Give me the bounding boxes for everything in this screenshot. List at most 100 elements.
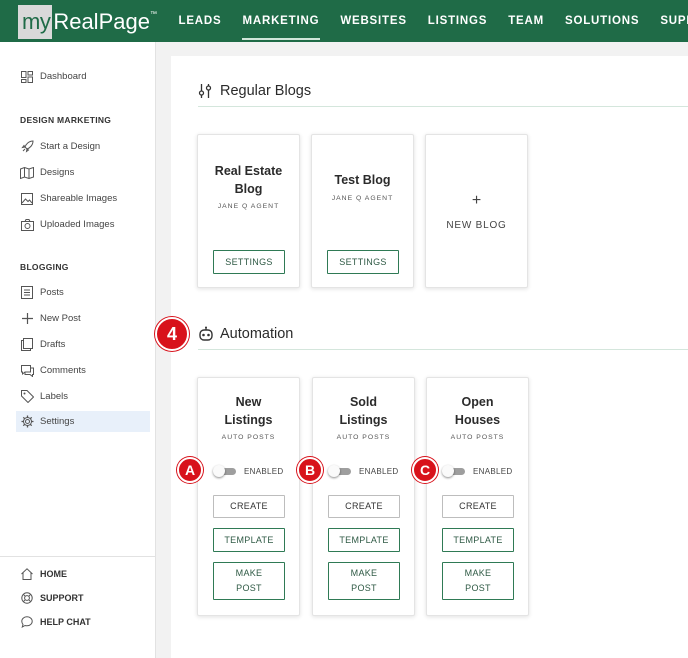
sidebar-item-label: Shareable Images [40,193,118,204]
template-button[interactable]: TEMPLATE [442,528,514,552]
automation-card-new-listings: New Listings AUTO POSTS ENABLED CREATE T… [197,377,300,616]
camera-icon [20,218,34,232]
sidebar-item-label: Designs [40,167,75,178]
dashboard-icon [20,70,34,84]
nav-support[interactable]: SUPPORT [650,0,688,42]
sidebar-item-uploaded-images[interactable]: Uploaded Images [16,214,150,235]
footer-support[interactable]: SUPPORT [20,591,84,605]
automation-heading: Automation [198,326,293,342]
sidebar-item-comments[interactable]: Comments [16,360,150,381]
nav-websites[interactable]: WEBSITES [330,0,417,42]
section-divider [198,106,688,107]
footer-label: SUPPORT [40,593,84,603]
image-icon [20,192,34,206]
toggle-label: ENABLED [244,466,284,476]
enabled-toggle-row[interactable]: ENABLED [328,465,398,477]
sidebar-item-label: Uploaded Images [40,219,115,230]
new-blog-label: NEW BLOG [446,220,507,231]
card-title-line1: Sold [349,395,378,409]
rocket-icon [20,140,34,154]
blog-card-title-line1: Real Estate [214,164,283,178]
blog-card-real-estate: Real Estate Blog JANE Q AGENT SETTINGS [197,134,300,288]
sidebar-item-label: Labels [40,391,68,402]
auto-posts-label: AUTO POSTS [221,434,276,441]
blog-card-agent: JANE Q AGENT [331,195,394,202]
create-button[interactable]: CREATE [328,495,400,518]
lifebuoy-icon [20,591,34,605]
new-blog-card[interactable]: + NEW BLOG [425,134,528,288]
map-icon [20,166,34,180]
section-divider [198,349,688,350]
make-post-label-line2: POST [351,583,377,593]
list-icon [20,286,34,300]
make-post-label-line1: MAKE [464,568,492,578]
sidebar-item-designs[interactable]: Designs [16,162,150,183]
blog-card-title-line2: Blog [234,182,263,196]
sidebar-item-label: Settings [40,416,75,427]
nav-listings[interactable]: LISTINGS [417,0,497,42]
create-button[interactable]: CREATE [442,495,514,518]
sidebar-item-start-design[interactable]: Start a Design [16,136,150,157]
nav-solutions[interactable]: SOLUTIONS [555,0,650,42]
toggle-label: ENABLED [359,466,399,476]
sidebar-item-shareable-images[interactable]: Shareable Images [16,188,150,209]
make-post-label-line1: MAKE [235,568,263,578]
card-title-line2: Listings [224,413,273,427]
template-button[interactable]: TEMPLATE [213,528,285,552]
sidebar-item-label: Posts [40,287,64,298]
robot-icon [198,326,214,342]
sidebar-footer: HOME SUPPORT HELP CHAT [0,556,155,658]
sidebar-item-drafts[interactable]: Drafts [16,334,150,355]
callout-marker-b: B [297,457,323,483]
auto-posts-label: AUTO POSTS [336,434,391,441]
enabled-toggle-row[interactable]: ENABLED [213,465,283,477]
chat-icon [20,615,34,629]
footer-label: HOME [40,569,67,579]
blog-settings-button[interactable]: SETTINGS [327,250,399,274]
enabled-toggle[interactable] [442,465,466,477]
blog-settings-button[interactable]: SETTINGS [213,250,285,274]
template-label: TEMPLATE [339,534,389,545]
callout-marker-a: A [177,457,203,483]
logo-my: my [18,5,53,39]
plus-icon: + [471,192,482,209]
myrealpage-logo[interactable]: my RealPage ™ [18,4,157,40]
section-title-text: Regular Blogs [220,83,312,99]
footer-help-chat[interactable]: HELP CHAT [20,615,91,629]
create-button[interactable]: CREATE [213,495,285,518]
nav-leads[interactable]: LEADS [168,0,232,42]
logo-trademark: ™ [149,10,157,18]
sidebar-item-posts[interactable]: Posts [16,282,150,303]
make-post-button[interactable]: MAKE POST [328,562,400,600]
automation-card-open-houses: Open Houses AUTO POSTS ENABLED CREATE TE… [426,377,529,616]
pages-icon [20,338,34,352]
card-title-line2: Houses [454,413,501,427]
blog-card-test-blog: Test Blog JANE Q AGENT SETTINGS [311,134,414,288]
template-button[interactable]: TEMPLATE [328,528,400,552]
enabled-toggle-row[interactable]: ENABLED [442,465,512,477]
card-title-line2: Listings [339,413,388,427]
home-icon [20,567,34,581]
enabled-toggle[interactable] [213,465,237,477]
card-title-line1: New [235,395,262,409]
nav-marketing[interactable]: MARKETING [232,0,330,42]
sidebar: Dashboard DESIGN MARKETING Start a Desig… [0,42,156,658]
sidebar-item-labels[interactable]: Labels [16,386,150,407]
make-post-button[interactable]: MAKE POST [213,562,285,600]
auto-posts-label: AUTO POSTS [450,434,505,441]
gear-icon [20,415,34,429]
sidebar-item-dashboard[interactable]: Dashboard [16,66,150,87]
nav-team[interactable]: TEAM [498,0,555,42]
sidebar-item-label: Dashboard [40,71,87,82]
enabled-toggle[interactable] [328,465,352,477]
footer-home[interactable]: HOME [20,567,67,581]
toggle-label: ENABLED [473,466,513,476]
sidebar-item-new-post[interactable]: New Post [16,308,150,329]
sidebar-item-settings[interactable]: Settings [16,411,150,432]
blogging-heading: BLOGGING [20,262,69,272]
card-title-line1: Open [461,395,494,409]
tag-icon [20,390,34,404]
template-label: TEMPLATE [453,534,503,545]
make-post-button[interactable]: MAKE POST [442,562,514,600]
make-post-label-line2: POST [236,583,262,593]
